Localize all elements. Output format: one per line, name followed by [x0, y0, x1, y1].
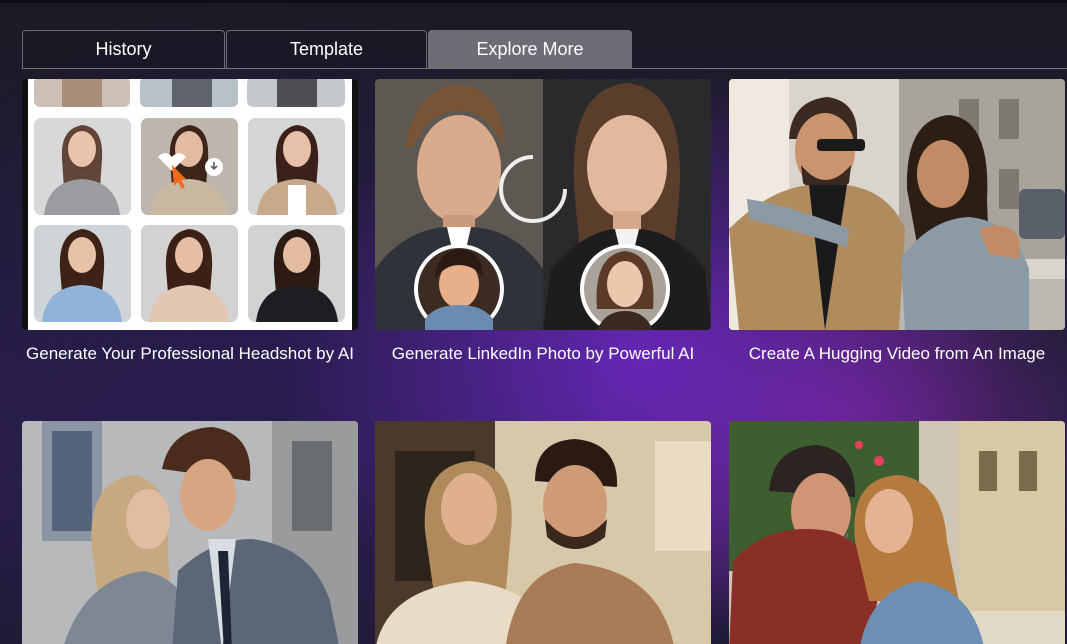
smiling-couple-indoor-image[interactable]: [375, 421, 711, 644]
card-kissing-garden[interactable]: [729, 421, 1065, 644]
card-title: Create A Hugging Video from An Image: [748, 344, 1046, 363]
tab-divider: [22, 68, 1067, 69]
card-hugging[interactable]: Create A Hugging Video from An Image: [729, 79, 1065, 367]
linkedin-photo-image[interactable]: [375, 79, 711, 330]
kissing-couple-street-image[interactable]: [22, 421, 358, 644]
card-title: Generate Your Professional Headshot by A…: [26, 344, 354, 363]
card-smiling-couple[interactable]: [375, 421, 711, 644]
card-linkedin[interactable]: Generate LinkedIn Photo by Powerful AI: [375, 79, 711, 367]
kissing-couple-garden-image[interactable]: [729, 421, 1065, 644]
hugging-couple-image[interactable]: [729, 79, 1065, 330]
card-headshot[interactable]: Generate Your Professional Headshot by A…: [22, 79, 358, 367]
card-kissing-street[interactable]: [22, 421, 358, 644]
window-top-edge: [0, 0, 1067, 3]
tab-explore-more[interactable]: Explore More: [428, 30, 632, 68]
tab-history[interactable]: History: [22, 30, 225, 68]
tab-template[interactable]: Template: [226, 30, 427, 68]
tab-bar: History Template Explore More: [22, 30, 632, 68]
headshot-grid-image[interactable]: [22, 79, 358, 330]
card-title: Generate LinkedIn Photo by Powerful AI: [391, 344, 695, 363]
